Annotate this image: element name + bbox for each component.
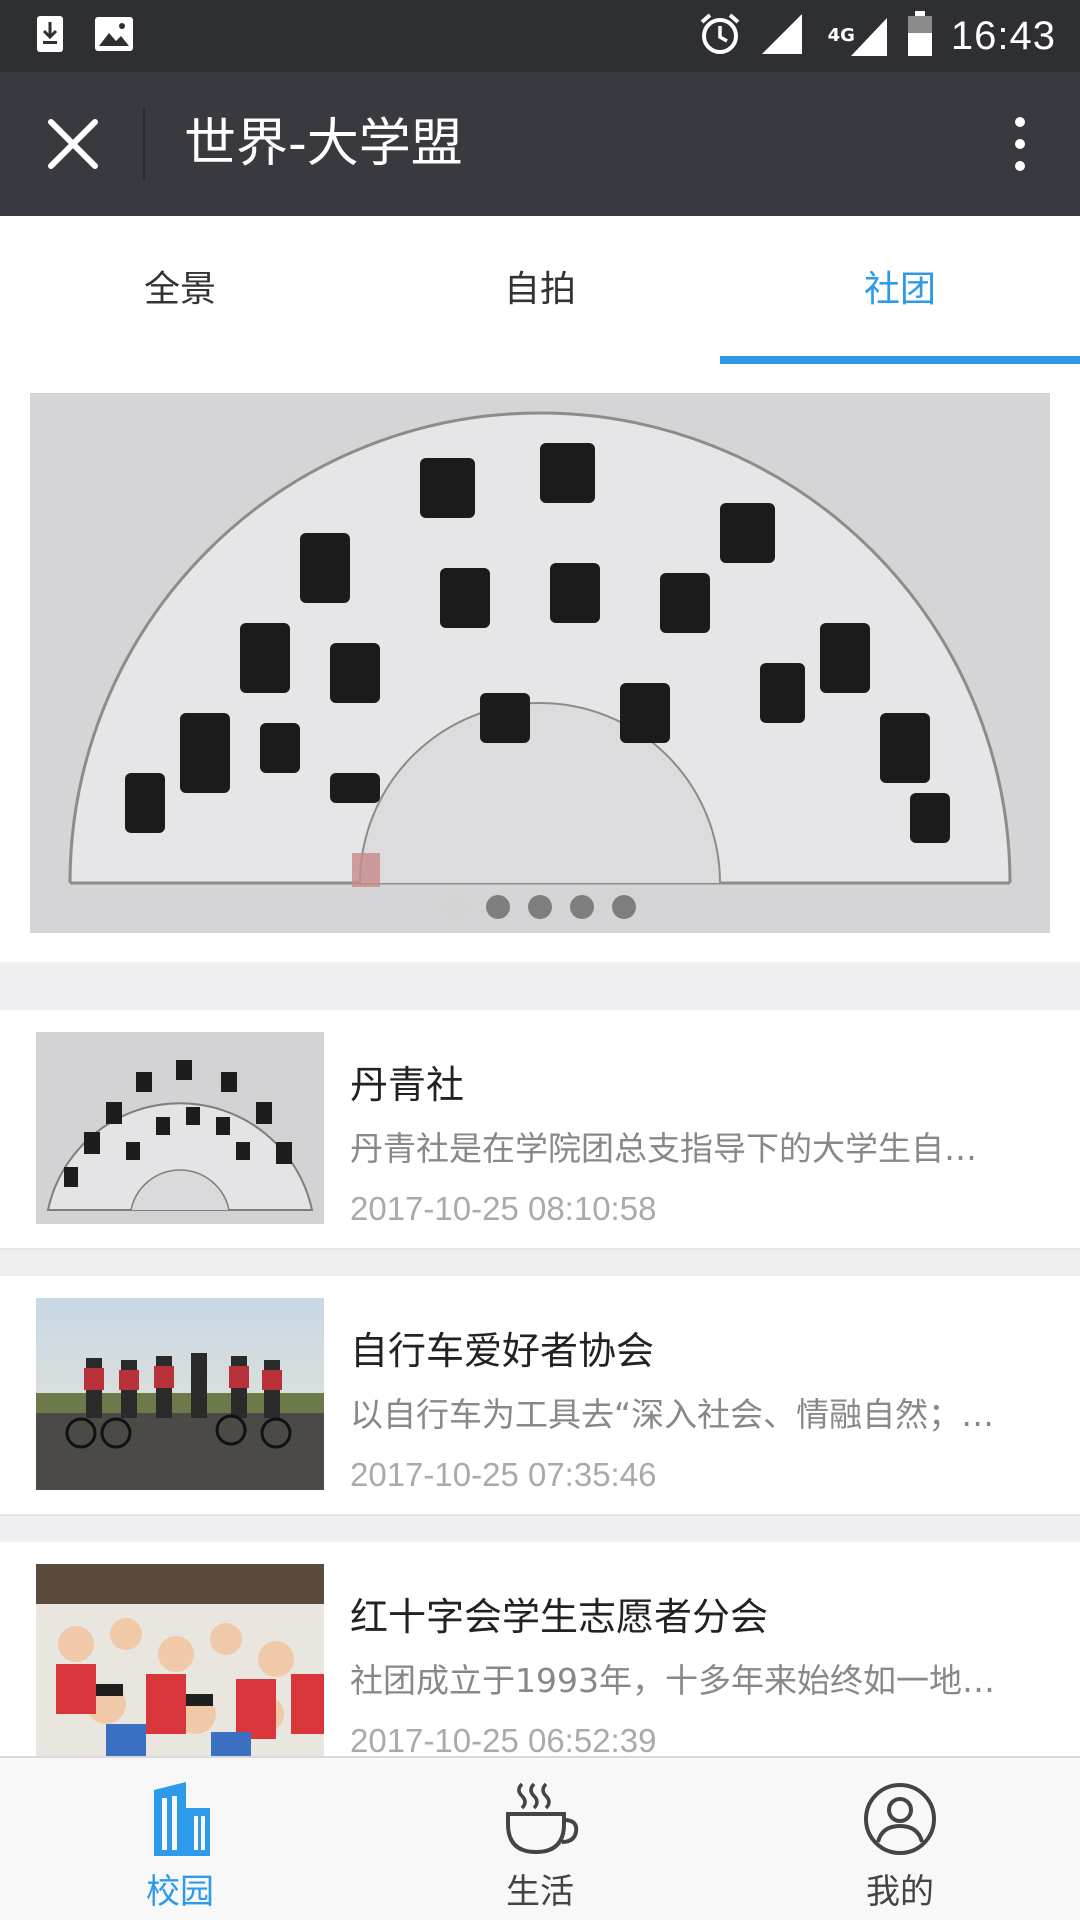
signal-icon [760, 12, 804, 60]
section-divider [0, 962, 1080, 1010]
building-icon [154, 1782, 210, 1856]
list-item[interactable]: 丹青社 丹青社是在学院团总支指导下的大学生自… 2017-10-25 08:10… [0, 1010, 1080, 1250]
list-thumbnail [36, 1032, 324, 1224]
tab-label: 社团 [863, 269, 936, 310]
tab-label: 全景 [143, 269, 216, 310]
carousel-dots [30, 895, 1050, 919]
title-divider [143, 108, 145, 180]
carousel-dot[interactable] [612, 895, 636, 919]
list-item-timestamp: 2017-10-25 08:10:58 [350, 1190, 657, 1227]
carousel-dot[interactable] [444, 895, 468, 919]
carousel-dot[interactable] [570, 895, 594, 919]
status-time: 16:43 [950, 13, 1056, 58]
status-bar: 4G 16:43 [0, 0, 1080, 72]
user-icon [864, 1783, 936, 1855]
list-item-title: 红十字会学生志愿者分会 [350, 1595, 769, 1639]
download-icon [36, 14, 64, 58]
close-icon [48, 119, 98, 169]
tab-label: 自拍 [503, 269, 576, 310]
list-item[interactable]: 自行车爱好者协会 以自行车为工具去“深入社会、情融自然；… 2017-10-25… [0, 1276, 1080, 1516]
more-options-button[interactable] [990, 108, 1050, 180]
page-title: 世界-大学盟 [184, 114, 463, 174]
list-item-timestamp: 2017-10-25 06:52:39 [350, 1722, 657, 1759]
list-thumbnail [36, 1298, 324, 1490]
list-item-description: 以自行车为工具去“深入社会、情融自然；… [350, 1395, 995, 1434]
signal-4g-icon: 4G [822, 14, 889, 58]
list-item-description: 社团成立于1993年，十多年来始终如一地… [350, 1661, 995, 1700]
image-icon [94, 16, 134, 56]
list-item-title: 丹青社 [350, 1063, 465, 1107]
list-divider [0, 1250, 1080, 1276]
nav-label: 校园 [146, 1872, 214, 1912]
bottom-nav: 校园 生活 我的 [0, 1756, 1080, 1920]
tab-active-indicator [720, 356, 1080, 364]
coffee-cup-icon [506, 1782, 579, 1855]
banner-image-calligraphy-fan [30, 393, 1050, 933]
tab-selfie[interactable]: 自拍 [360, 216, 720, 364]
tab-bar: 全景 自拍 社团 [0, 216, 1080, 364]
list-item-timestamp: 2017-10-25 07:35:46 [350, 1456, 657, 1493]
banner-carousel[interactable] [30, 393, 1050, 933]
title-bar: 世界-大学盟 [0, 72, 1080, 216]
list-thumbnail [36, 1564, 324, 1756]
tab-clubs[interactable]: 社团 [720, 216, 1080, 364]
more-vertical-icon [1015, 117, 1025, 127]
nav-label: 生活 [506, 1872, 574, 1912]
list-divider [0, 1516, 1080, 1542]
battery-icon [907, 11, 933, 61]
carousel-dot[interactable] [486, 895, 510, 919]
nav-item-campus[interactable]: 校园 [0, 1758, 360, 1920]
close-button[interactable] [28, 108, 118, 180]
nav-item-mine[interactable]: 我的 [720, 1758, 1080, 1920]
list-item-description: 丹青社是在学院团总支指导下的大学生自… [350, 1129, 977, 1168]
tab-panorama[interactable]: 全景 [0, 216, 360, 364]
carousel-dot[interactable] [528, 895, 552, 919]
list-item-title: 自行车爱好者协会 [350, 1329, 655, 1373]
nav-label: 我的 [866, 1872, 934, 1912]
alarm-icon [698, 12, 742, 60]
nav-item-life[interactable]: 生活 [360, 1758, 720, 1920]
list-item[interactable]: 红十字会学生志愿者分会 社团成立于1993年，十多年来始终如一地… 2017-1… [0, 1542, 1080, 1782]
